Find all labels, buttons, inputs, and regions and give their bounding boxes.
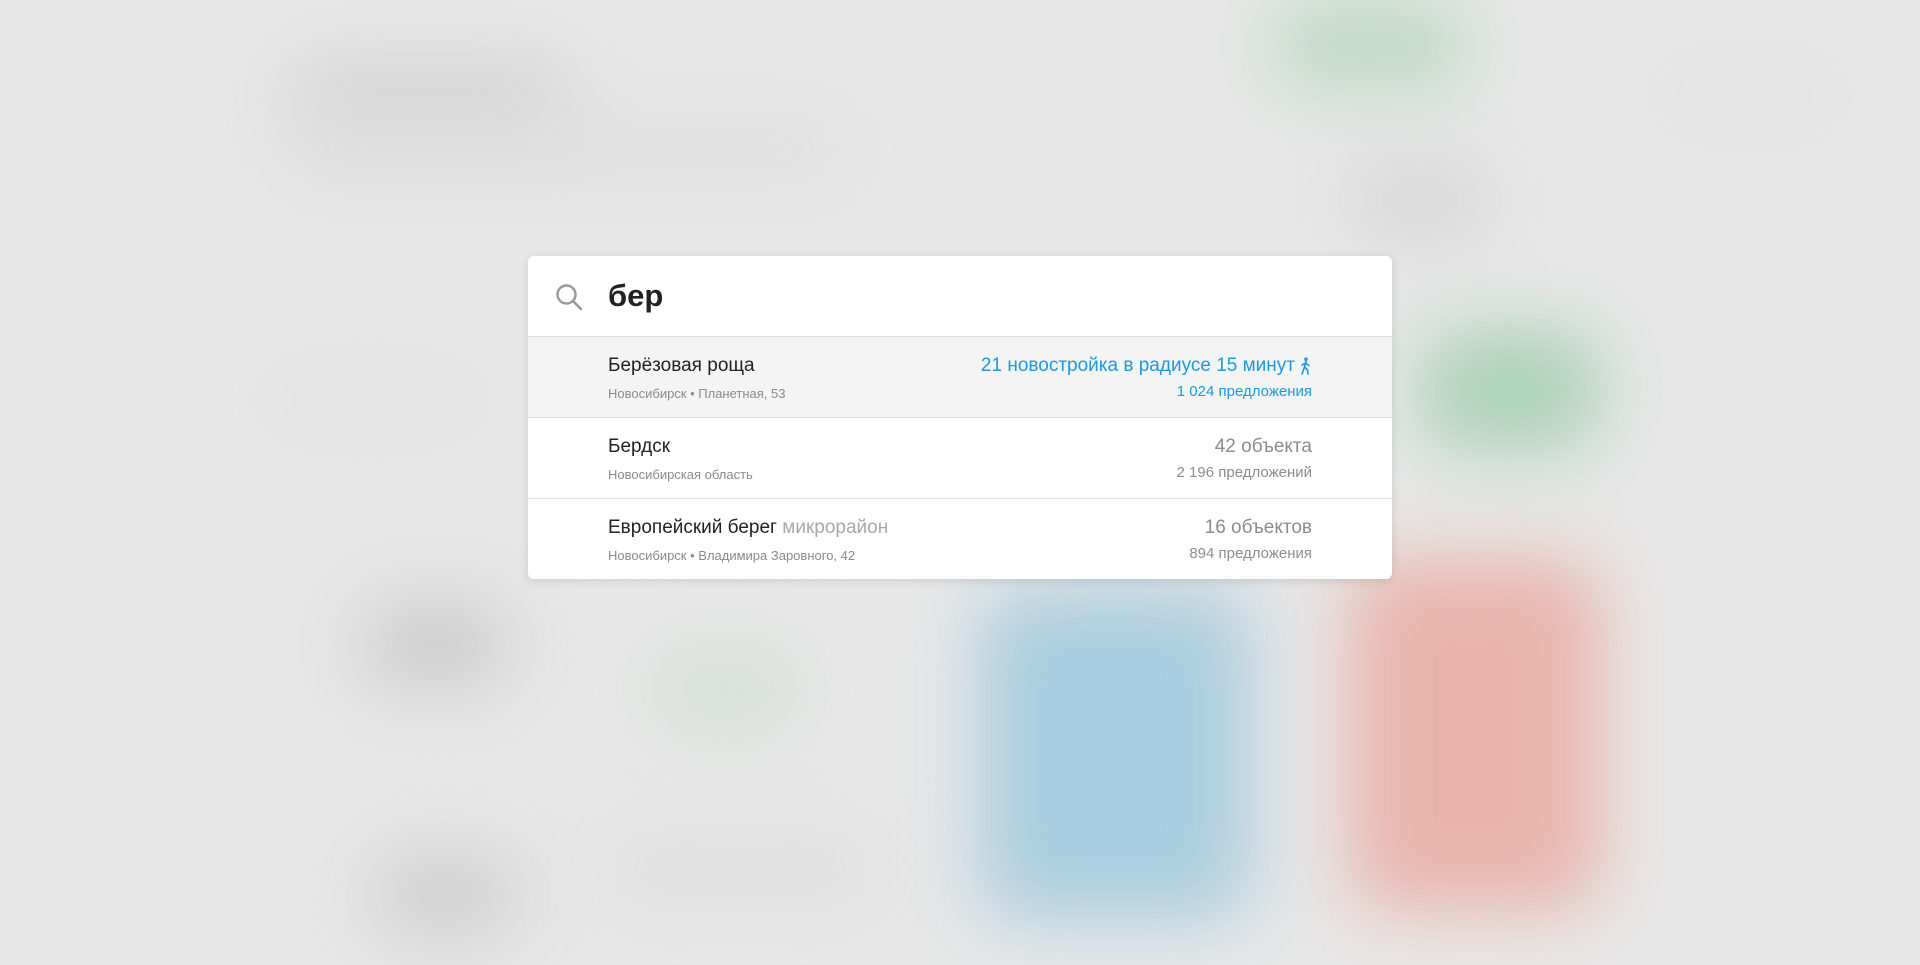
search-result-item[interactable]: Бердск Новосибирская область 42 объекта … xyxy=(528,418,1392,499)
search-dialog: Берёзовая роща Новосибирск • Планетная, … xyxy=(528,256,1392,579)
result-title: Бердск xyxy=(608,436,671,457)
result-title: Европейский берег xyxy=(608,517,777,538)
result-address: Новосибирск • Планетная, 53 xyxy=(608,386,786,401)
search-bar xyxy=(528,256,1392,337)
result-offers: 894 предложения xyxy=(1189,545,1312,562)
walking-person-icon xyxy=(1301,357,1310,375)
result-offers: 1 024 предложения xyxy=(1176,383,1312,400)
search-input[interactable] xyxy=(608,274,1348,318)
result-count: 21 новостройка в радиусе 15 минут xyxy=(981,355,1312,377)
result-type-tag: микрорайон xyxy=(782,517,889,538)
result-offers: 2 196 предложений xyxy=(1176,464,1312,481)
search-result-item[interactable]: Европейский берег микрорайон Новосибирск… xyxy=(528,499,1392,579)
result-count: 42 объекта xyxy=(1214,436,1312,457)
result-count: 16 объектов xyxy=(1204,517,1312,538)
result-count-label: 21 новостройка в радиусе 15 минут xyxy=(980,355,1295,376)
search-result-item[interactable]: Берёзовая роща Новосибирск • Планетная, … xyxy=(528,337,1392,418)
result-title: Берёзовая роща xyxy=(608,355,755,376)
result-address: Новосибирская область xyxy=(608,467,753,482)
search-icon xyxy=(556,284,583,311)
result-address: Новосибирск • Владимира Заровного, 42 xyxy=(608,548,856,563)
result-title-wrap: Европейский берег микрорайон xyxy=(608,517,888,539)
